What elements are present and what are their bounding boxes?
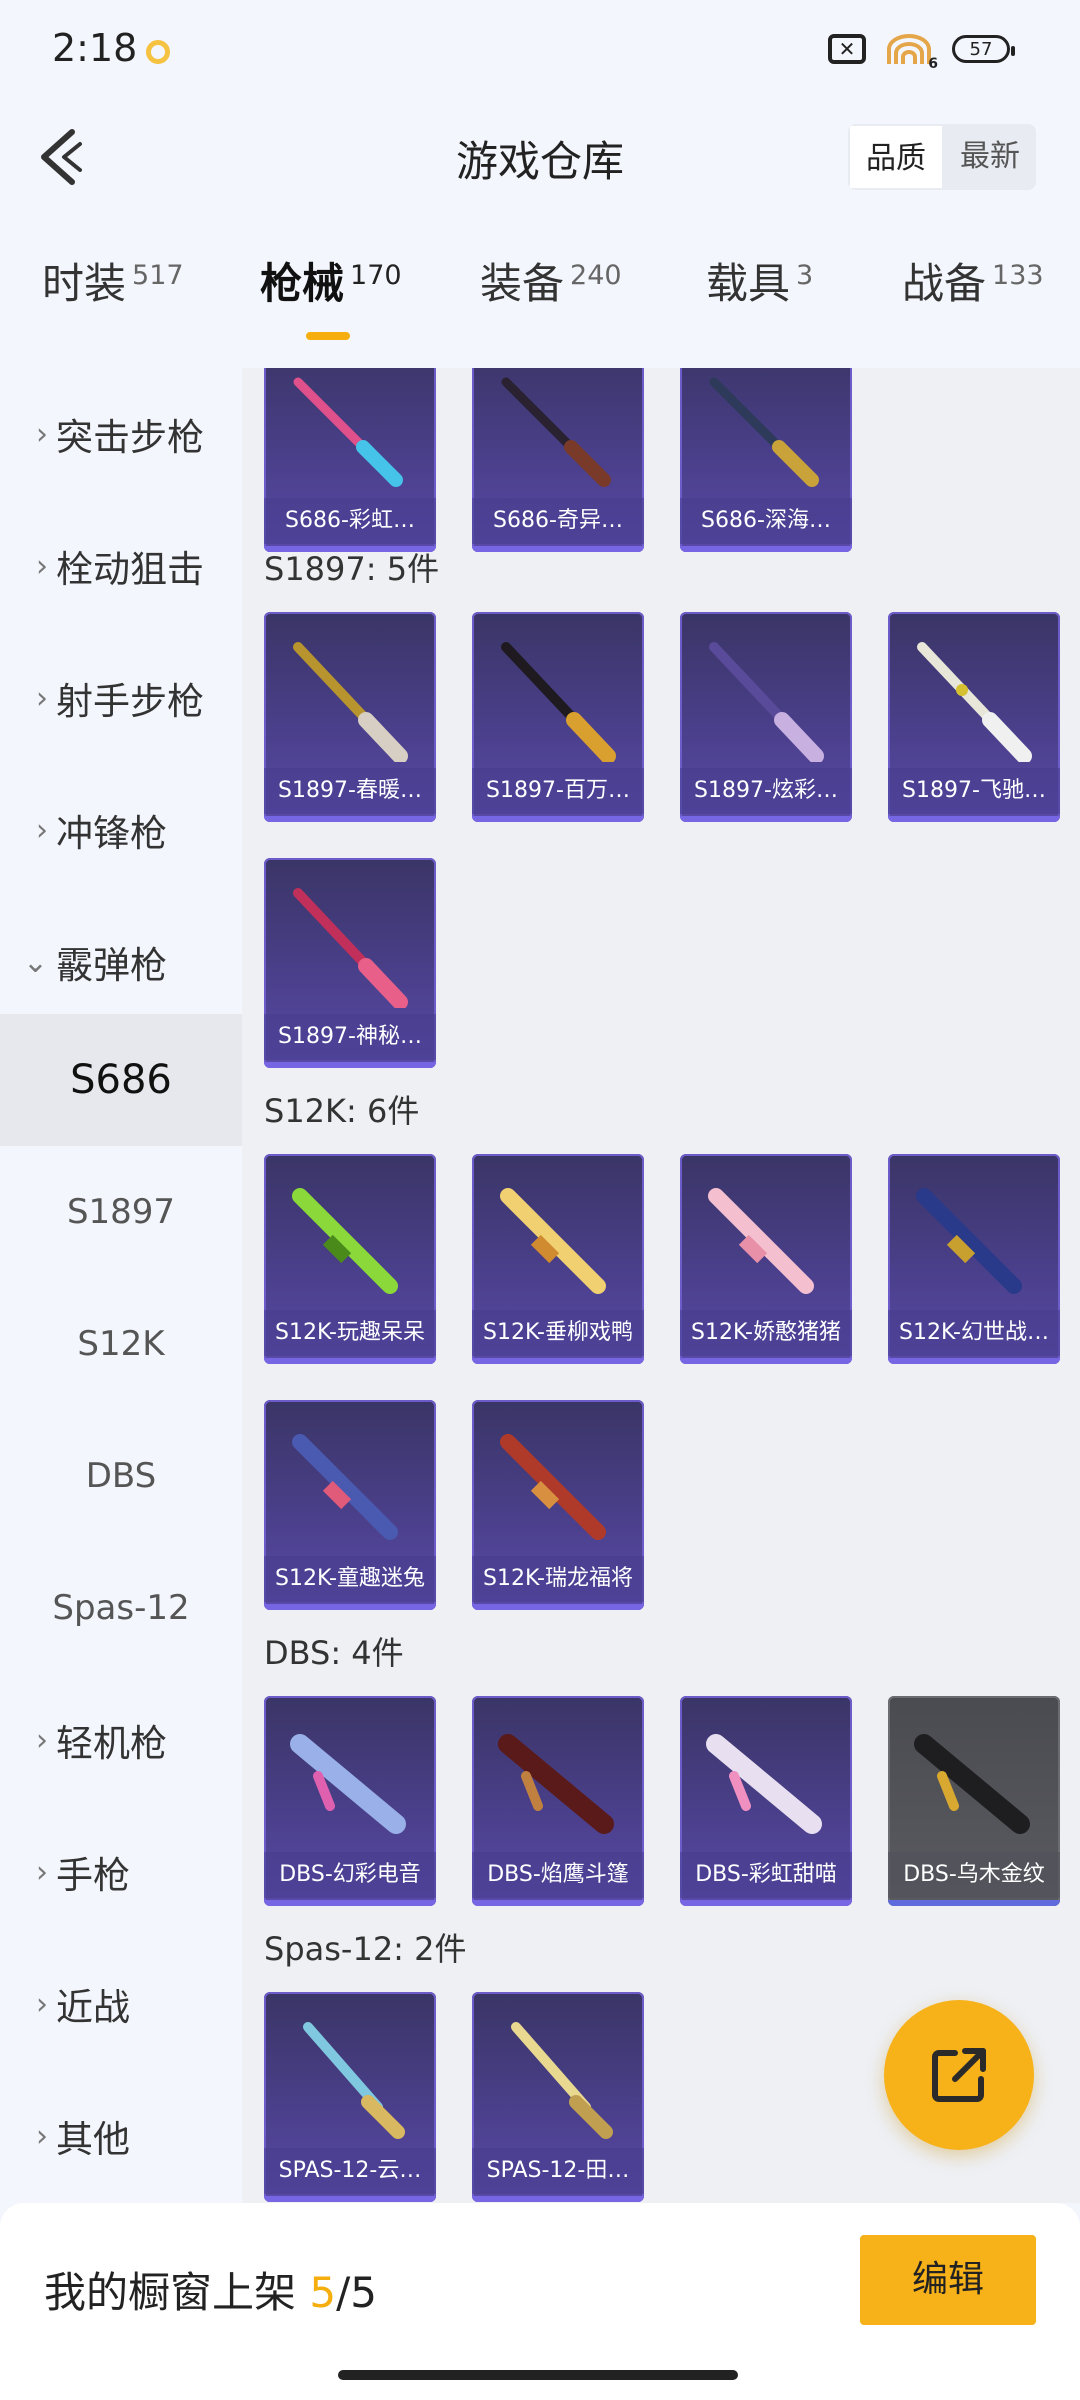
- item-card[interactable]: SPAS-12-田…: [472, 1992, 644, 2202]
- tab-battle-gear[interactable]: 战备 133: [902, 250, 1044, 311]
- showcase-current-count: 5: [309, 2268, 337, 2317]
- rifle-shotgun-icon: [292, 1434, 398, 1540]
- tab-guns[interactable]: 枪械 170: [260, 250, 402, 311]
- notification-dot-icon: [146, 40, 170, 64]
- item-card[interactable]: S1897-百万…: [472, 612, 644, 822]
- sort-toggle: 品质 最新: [848, 124, 1036, 190]
- status-icons: ✕ 6 57: [828, 32, 1015, 72]
- item-card[interactable]: S1897-春暖…: [264, 612, 436, 822]
- sidebar-subitem-spas12[interactable]: Spas-12: [0, 1542, 242, 1674]
- chevron-right-icon: ›: [36, 2118, 48, 2154]
- shotgun-icon: [293, 377, 403, 487]
- status-bar: 2:18 ✕ 6 57: [0, 0, 1080, 100]
- shotgun-icon: [293, 642, 408, 762]
- edit-button[interactable]: 编辑: [860, 2235, 1036, 2325]
- home-indicator[interactable]: [338, 2370, 738, 2380]
- item-card[interactable]: DBS-乌木金纹: [888, 1696, 1060, 1906]
- status-time: 2:18: [52, 26, 138, 70]
- sidebar-item-assault-rifle[interactable]: › 突击步枪: [0, 368, 242, 500]
- sidebar-subitem-dbs[interactable]: DBS: [0, 1410, 242, 1542]
- sidebar-item-smg[interactable]: › 冲锋枪: [0, 764, 242, 896]
- showcase-status: 我的橱窗上架 5/5: [44, 2268, 377, 2317]
- chevron-right-icon: ›: [36, 1854, 48, 1890]
- shotgun-icon: [709, 642, 824, 762]
- item-card[interactable]: DBS-焰鹰斗篷: [472, 1696, 644, 1906]
- battery-icon: 57: [952, 35, 1015, 63]
- rifle-shotgun-icon: [916, 1188, 1022, 1294]
- chevron-right-icon: ›: [36, 1722, 48, 1758]
- rifle-shotgun-icon: [500, 1188, 606, 1294]
- tab-active-indicator: [306, 332, 350, 340]
- item-card[interactable]: S686-彩虹…: [264, 368, 436, 552]
- sidebar-subitem-s1897[interactable]: S1897: [0, 1146, 242, 1278]
- item-card[interactable]: S686-深海…: [680, 368, 852, 552]
- shotgun-icon: [501, 377, 611, 487]
- tab-equipment[interactable]: 装备 240: [480, 250, 622, 311]
- item-grid: S686-彩虹… S686-奇异… S686-深海… S1897: 5件 S18…: [242, 368, 1080, 2203]
- item-card[interactable]: S12K-垂柳戏鸭: [472, 1154, 644, 1364]
- tab-fashion[interactable]: 时装 517: [42, 250, 184, 311]
- sidebar-item-marksman[interactable]: › 射手步枪: [0, 632, 242, 764]
- group-title-dbs: DBS: 4件: [264, 1634, 404, 1672]
- item-card[interactable]: S12K-幻世战…: [888, 1154, 1060, 1364]
- sort-newest-button[interactable]: 最新: [944, 124, 1036, 190]
- item-card[interactable]: S12K-瑞龙福将: [472, 1400, 644, 1610]
- item-card[interactable]: S12K-娇憨猪猪: [680, 1154, 852, 1364]
- sidebar-item-lmg[interactable]: › 轻机枪: [0, 1674, 242, 1806]
- tab-vehicles[interactable]: 载具 3: [706, 250, 813, 311]
- wifi-icon: 6: [886, 32, 938, 72]
- shotgun-icon: [917, 642, 1032, 762]
- sidebar-item-pistol[interactable]: › 手枪: [0, 1806, 242, 1938]
- sidebar-subitem-s12k[interactable]: S12K: [0, 1278, 242, 1410]
- sidebar: › 突击步枪 › 栓动狙击 › 射手步枪 › 冲锋枪 ⌄ 霰弹枪 S686 S1897 S…: [0, 368, 242, 2203]
- header: 游戏仓库 品质 最新: [0, 100, 1080, 215]
- dbs-shotgun-icon: [914, 1734, 1030, 1834]
- chevron-down-icon: ⌄: [22, 944, 48, 980]
- share-external-icon: [932, 2048, 986, 2102]
- chevron-right-icon: ›: [36, 812, 48, 848]
- sidebar-item-melee[interactable]: › 近战: [0, 1938, 242, 2070]
- dbs-shotgun-icon: [290, 1734, 406, 1834]
- chevron-right-icon: ›: [36, 548, 48, 584]
- chevron-right-icon: ›: [36, 680, 48, 716]
- dbs-shotgun-icon: [706, 1734, 822, 1834]
- rifle-shotgun-icon: [292, 1188, 398, 1294]
- item-card[interactable]: S1897-炫彩…: [680, 612, 852, 822]
- rifle-shotgun-icon: [500, 1434, 606, 1540]
- item-card[interactable]: S12K-童趣迷兔: [264, 1400, 436, 1610]
- group-title-s1897: S1897: 5件: [264, 550, 440, 588]
- item-card[interactable]: S1897-神秘…: [264, 858, 436, 1068]
- sidebar-item-other[interactable]: › 其他: [0, 2070, 242, 2202]
- item-card[interactable]: DBS-幻彩电音: [264, 1696, 436, 1906]
- signal-badge: 6: [928, 56, 938, 72]
- item-card[interactable]: S1897-飞驰…: [888, 612, 1060, 822]
- shotgun-icon: [293, 888, 408, 1008]
- shotgun-icon: [511, 2022, 613, 2139]
- category-tabs: 时装 517 枪械 170 装备 240 载具 3 战备 133: [0, 250, 1080, 360]
- shotgun-icon: [303, 2022, 405, 2139]
- item-card[interactable]: S12K-玩趣呆呆: [264, 1154, 436, 1364]
- sort-quality-button[interactable]: 品质: [848, 124, 944, 190]
- item-card[interactable]: SPAS-12-云…: [264, 1992, 436, 2202]
- dbs-shotgun-icon: [498, 1734, 614, 1834]
- group-title-s12k: S12K: 6件: [264, 1092, 420, 1130]
- sidebar-subitem-s686[interactable]: S686: [0, 1014, 242, 1146]
- share-fab-button[interactable]: [884, 2000, 1034, 2150]
- group-title-spas12: Spas-12: 2件: [264, 1930, 467, 1968]
- item-card[interactable]: DBS-彩虹甜喵: [680, 1696, 852, 1906]
- sidebar-item-bolt-sniper[interactable]: › 栓动狙击: [0, 500, 242, 632]
- no-sim-icon: ✕: [828, 34, 866, 64]
- chevron-right-icon: ›: [36, 1986, 48, 2022]
- showcase-total-count: /5: [336, 2268, 377, 2317]
- item-card[interactable]: S686-奇异…: [472, 368, 644, 552]
- shotgun-icon: [501, 642, 616, 762]
- sidebar-item-shotgun[interactable]: ⌄ 霰弹枪: [0, 896, 242, 1028]
- chevron-right-icon: ›: [36, 416, 48, 452]
- rifle-shotgun-icon: [708, 1188, 814, 1294]
- shotgun-icon: [709, 377, 819, 487]
